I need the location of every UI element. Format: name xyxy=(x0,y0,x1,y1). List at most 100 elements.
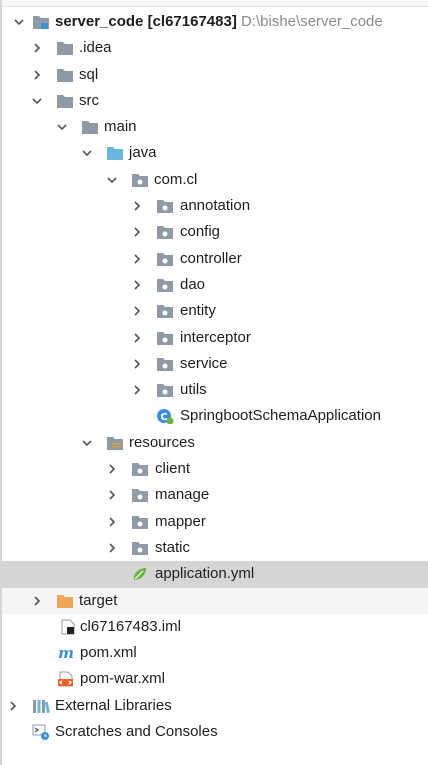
resources-folder-icon xyxy=(106,435,124,451)
tree-row-main[interactable]: main xyxy=(2,114,428,140)
chevron-right-icon[interactable] xyxy=(132,280,142,290)
tree-row-dao[interactable]: dao xyxy=(2,272,428,298)
tree-row-root[interactable]: server_code [cl67167483] D:\bishe\server… xyxy=(2,9,428,35)
root-label: server_code [cl67167483] D:\bishe\server… xyxy=(55,9,383,35)
package-icon xyxy=(156,303,174,319)
chevron-right-icon[interactable] xyxy=(32,70,42,80)
chevron-right-icon[interactable] xyxy=(132,254,142,264)
tree-row-application-yml[interactable]: application.yml xyxy=(2,561,428,588)
chevron-right-icon[interactable] xyxy=(8,701,18,711)
tree-item-label: entity xyxy=(180,302,216,320)
tree-row-springboot-app[interactable]: C SpringbootSchemaApplication xyxy=(2,403,428,429)
tree-item-label: main xyxy=(104,118,137,136)
tree-item-label: java xyxy=(129,144,157,162)
tree-row-external-libraries[interactable]: External Libraries xyxy=(2,693,428,719)
tree-row-target[interactable]: target xyxy=(2,587,428,614)
tree-item-label: cl67167483.iml xyxy=(80,617,181,635)
maven-icon: m xyxy=(57,645,75,661)
folder-icon xyxy=(56,67,74,83)
tree-row-java[interactable]: java xyxy=(2,140,428,166)
chevron-right-icon[interactable] xyxy=(32,595,42,606)
tree-item-label: config xyxy=(180,223,221,241)
tree-item-label: Scratches and Consoles xyxy=(55,723,218,741)
tree-item-label: pom-war.xml xyxy=(80,670,166,688)
package-icon xyxy=(156,224,174,240)
tree-row-iml-file[interactable]: cl67167483.iml xyxy=(2,614,428,640)
chevron-down-icon[interactable] xyxy=(57,122,67,132)
spring-boot-class-icon: C xyxy=(156,408,174,425)
project-tree[interactable]: server_code [cl67167483] D:\bishe\server… xyxy=(2,9,428,745)
excluded-folder-icon xyxy=(56,593,74,609)
package-icon xyxy=(156,356,174,372)
package-icon xyxy=(156,277,174,293)
tree-item-label: src xyxy=(79,91,99,109)
tree-item-label: client xyxy=(155,460,191,478)
tree-row-interceptor[interactable]: interceptor xyxy=(2,325,428,351)
tree-item-label: controller xyxy=(180,249,242,267)
svg-text:m: m xyxy=(58,645,74,661)
chevron-right-icon[interactable] xyxy=(132,306,142,316)
tree-item-label: target xyxy=(79,591,118,609)
folder-icon xyxy=(81,119,99,135)
chevron-right-icon[interactable] xyxy=(107,490,117,500)
tree-row-mapper[interactable]: mapper xyxy=(2,509,428,535)
chevron-right-icon[interactable] xyxy=(107,464,117,474)
tree-item-label: service xyxy=(180,354,228,372)
chevron-right-icon[interactable] xyxy=(107,517,117,527)
chevron-right-icon[interactable] xyxy=(132,359,142,369)
tree-item-label: SpringbootSchemaApplication xyxy=(180,407,381,425)
chevron-right-icon[interactable] xyxy=(132,227,142,237)
spring-leaf-icon xyxy=(131,566,149,582)
tree-row-entity[interactable]: entity xyxy=(2,298,428,324)
chevron-down-icon[interactable] xyxy=(14,17,24,27)
tree-item-label: resources xyxy=(129,433,195,451)
project-tool-window: server_code [cl67167483] D:\bishe\server… xyxy=(0,0,428,765)
toolbar-edge xyxy=(2,0,428,7)
tree-item-label: annotation xyxy=(180,197,251,215)
chevron-right-icon[interactable] xyxy=(132,385,142,395)
tree-item-label: manage xyxy=(155,486,210,504)
chevron-down-icon[interactable] xyxy=(82,438,92,448)
tree-row-annotation[interactable]: annotation xyxy=(2,193,428,219)
tree-row-utils[interactable]: utils xyxy=(2,377,428,403)
tree-row-static[interactable]: static xyxy=(2,535,428,561)
tree-row-manage[interactable]: manage xyxy=(2,482,428,508)
folder-icon xyxy=(56,40,74,56)
tree-row-client[interactable]: client xyxy=(2,456,428,482)
tree-row-idea[interactable]: .idea xyxy=(2,35,428,61)
tree-item-label: sql xyxy=(79,65,99,83)
tree-row-src[interactable]: src xyxy=(2,88,428,114)
tree-row-sql[interactable]: sql xyxy=(2,62,428,88)
package-icon xyxy=(131,514,149,530)
chevron-right-icon[interactable] xyxy=(32,43,42,53)
iml-file-icon xyxy=(60,619,78,635)
tree-row-config[interactable]: config xyxy=(2,219,428,245)
tree-row-service[interactable]: service xyxy=(2,351,428,377)
folder-icon xyxy=(56,93,74,109)
tree-row-scratches[interactable]: Scratches and Consoles xyxy=(2,719,428,745)
chevron-right-icon[interactable] xyxy=(107,543,117,553)
tree-row-controller[interactable]: controller xyxy=(2,246,428,272)
tree-item-label: dao xyxy=(180,275,206,293)
tree-item-label: .idea xyxy=(79,39,112,57)
root-module: [cl67167483] xyxy=(147,13,237,30)
chevron-right-icon[interactable] xyxy=(132,332,142,343)
chevron-right-icon[interactable] xyxy=(132,201,142,211)
tree-row-resources[interactable]: resources xyxy=(2,430,428,456)
scratches-icon xyxy=(32,724,50,741)
chevron-down-icon[interactable] xyxy=(82,148,92,158)
tree-item-label: External Libraries xyxy=(55,696,172,714)
package-icon xyxy=(156,198,174,214)
chevron-down-icon[interactable] xyxy=(107,175,117,185)
tree-item-label: static xyxy=(155,538,191,556)
package-icon xyxy=(131,540,149,556)
tree-item-label: pom.xml xyxy=(80,644,137,662)
package-icon xyxy=(131,461,149,477)
tree-item-label: com.cl xyxy=(154,170,198,188)
xml-file-icon xyxy=(57,671,75,687)
tree-item-label: mapper xyxy=(155,512,206,530)
tree-row-pom-war-xml[interactable]: pom-war.xml xyxy=(2,666,428,692)
chevron-down-icon[interactable] xyxy=(32,96,42,106)
tree-row-com-cl[interactable]: com.cl xyxy=(2,167,428,193)
tree-row-pom-xml[interactable]: m pom.xml xyxy=(2,640,428,666)
